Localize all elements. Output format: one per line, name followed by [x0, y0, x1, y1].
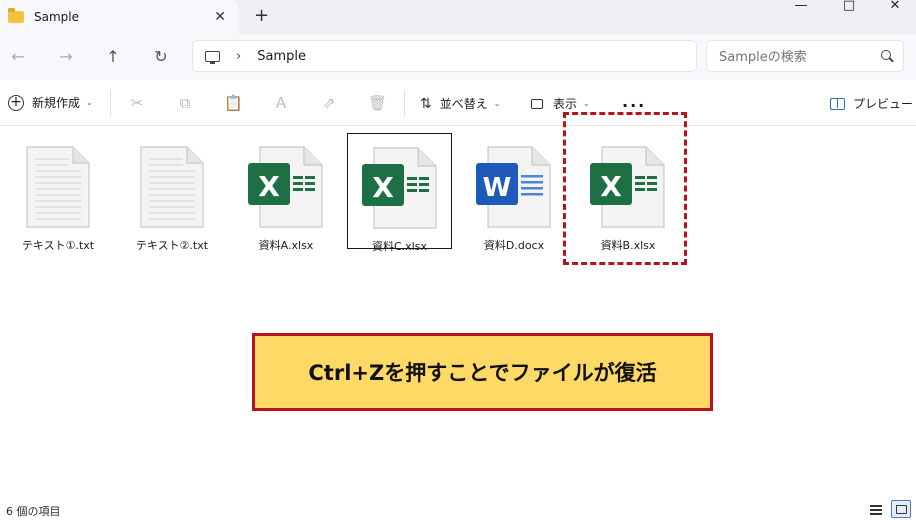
- search-input[interactable]: [719, 47, 869, 67]
- file-item-selected[interactable]: X 資料C.xlsx: [347, 133, 452, 253]
- new-button-label: 新規作成: [32, 96, 81, 110]
- address-bar[interactable]: › Sample: [192, 40, 697, 72]
- minimize-icon[interactable]: —: [790, 0, 812, 14]
- svg-text:X: X: [600, 170, 622, 203]
- search-icon[interactable]: [881, 50, 891, 60]
- sort-label: 並べ替え: [439, 97, 488, 111]
- tiles-view-icon: [896, 505, 907, 514]
- search-box[interactable]: [706, 40, 904, 72]
- file-name: 資料C.xlsx: [372, 240, 427, 253]
- file-item[interactable]: X 資料A.xlsx: [236, 133, 336, 253]
- up-icon[interactable]: ↑: [101, 45, 125, 69]
- file-item[interactable]: テキスト①.txt: [8, 133, 108, 253]
- file-item-restored[interactable]: X 資料B.xlsx: [578, 133, 678, 253]
- back-icon[interactable]: ←: [6, 45, 30, 69]
- tab-close-icon[interactable]: ✕: [214, 9, 226, 25]
- sort-icon: ⇅: [420, 95, 432, 112]
- sort-button[interactable]: ⇅ 並べ替え ⌄: [420, 95, 500, 112]
- file-name: テキスト①.txt: [21, 239, 95, 252]
- file-name: 資料A.xlsx: [258, 239, 314, 252]
- instruction-banner: Ctrl+Zを押すことでファイルが復活: [252, 333, 713, 411]
- file-item[interactable]: W 資料D.docx: [464, 133, 564, 253]
- excel-file-icon: X: [361, 147, 437, 229]
- paste-icon[interactable]: 📋: [224, 94, 243, 112]
- cut-icon[interactable]: ✂: [128, 94, 146, 112]
- share-icon[interactable]: ⇗: [320, 94, 338, 112]
- this-pc-icon: [205, 50, 220, 64]
- chevron-down-icon: ⌄: [583, 99, 590, 108]
- status-bar: 6 個の項目: [0, 498, 916, 520]
- text-file-icon: [140, 146, 204, 228]
- preview-button[interactable]: プレビュー: [830, 95, 913, 112]
- command-bar: + 新規作成 ⌄ ✂ ⧉ 📋 Ａ ⇗ 🗑 ⇅ 並べ替え ⌄ 表示 ⌄ ... プ…: [0, 80, 916, 126]
- view-button[interactable]: 表示 ⌄: [531, 95, 590, 112]
- new-tab-icon[interactable]: +: [254, 5, 269, 26]
- new-button[interactable]: + 新規作成 ⌄: [8, 94, 93, 111]
- item-count: 6 個の項目: [6, 505, 61, 518]
- file-name: 資料B.xlsx: [600, 239, 656, 252]
- view-label: 表示: [553, 97, 578, 111]
- add-circle-icon: +: [8, 94, 24, 111]
- excel-file-icon: X: [248, 146, 323, 228]
- details-view-button[interactable]: [866, 500, 886, 518]
- svg-text:W: W: [483, 173, 512, 203]
- svg-text:X: X: [372, 171, 394, 204]
- chevron-down-icon: ⌄: [493, 99, 501, 108]
- divider: [110, 90, 111, 116]
- delete-icon[interactable]: 🗑: [368, 94, 387, 112]
- maximize-icon[interactable]: □: [838, 0, 860, 14]
- file-name: テキスト②.txt: [135, 239, 209, 252]
- chevron-right-icon[interactable]: ›: [236, 49, 241, 64]
- divider: [404, 90, 405, 116]
- forward-icon[interactable]: →: [54, 45, 78, 69]
- word-file-icon: W: [476, 146, 551, 228]
- chevron-down-icon: ⌄: [86, 98, 93, 107]
- file-item[interactable]: テキスト②.txt: [122, 133, 222, 253]
- navigation-bar: ← → ↑ ↻ › Sample: [0, 34, 916, 80]
- tab-title: Sample: [34, 10, 79, 24]
- more-options-icon[interactable]: ...: [622, 92, 646, 111]
- file-list: テキスト①.txt テキスト②.txt X 資料A.xlsx X 資料C.xls…: [0, 127, 916, 497]
- view-icon: [531, 98, 543, 109]
- excel-file-icon: X: [590, 146, 665, 228]
- folder-icon: [8, 8, 24, 23]
- copy-icon[interactable]: ⧉: [176, 94, 194, 112]
- instruction-text: Ctrl+Zを押すことでファイルが復活: [308, 361, 657, 385]
- rename-icon[interactable]: Ａ: [272, 94, 290, 112]
- breadcrumb-sample[interactable]: Sample: [257, 49, 306, 64]
- tab-sample[interactable]: Sample ✕: [0, 0, 238, 34]
- large-icons-view-button[interactable]: [891, 500, 911, 518]
- close-window-icon[interactable]: ✕: [884, 0, 906, 14]
- title-bar: Sample ✕ + — □ ✕: [0, 0, 916, 34]
- refresh-icon[interactable]: ↻: [149, 45, 173, 69]
- file-name: 資料D.docx: [483, 239, 545, 252]
- preview-label: プレビュー: [853, 97, 914, 111]
- svg-text:X: X: [258, 170, 280, 203]
- text-file-icon: [26, 146, 90, 228]
- preview-pane-icon: [830, 97, 845, 110]
